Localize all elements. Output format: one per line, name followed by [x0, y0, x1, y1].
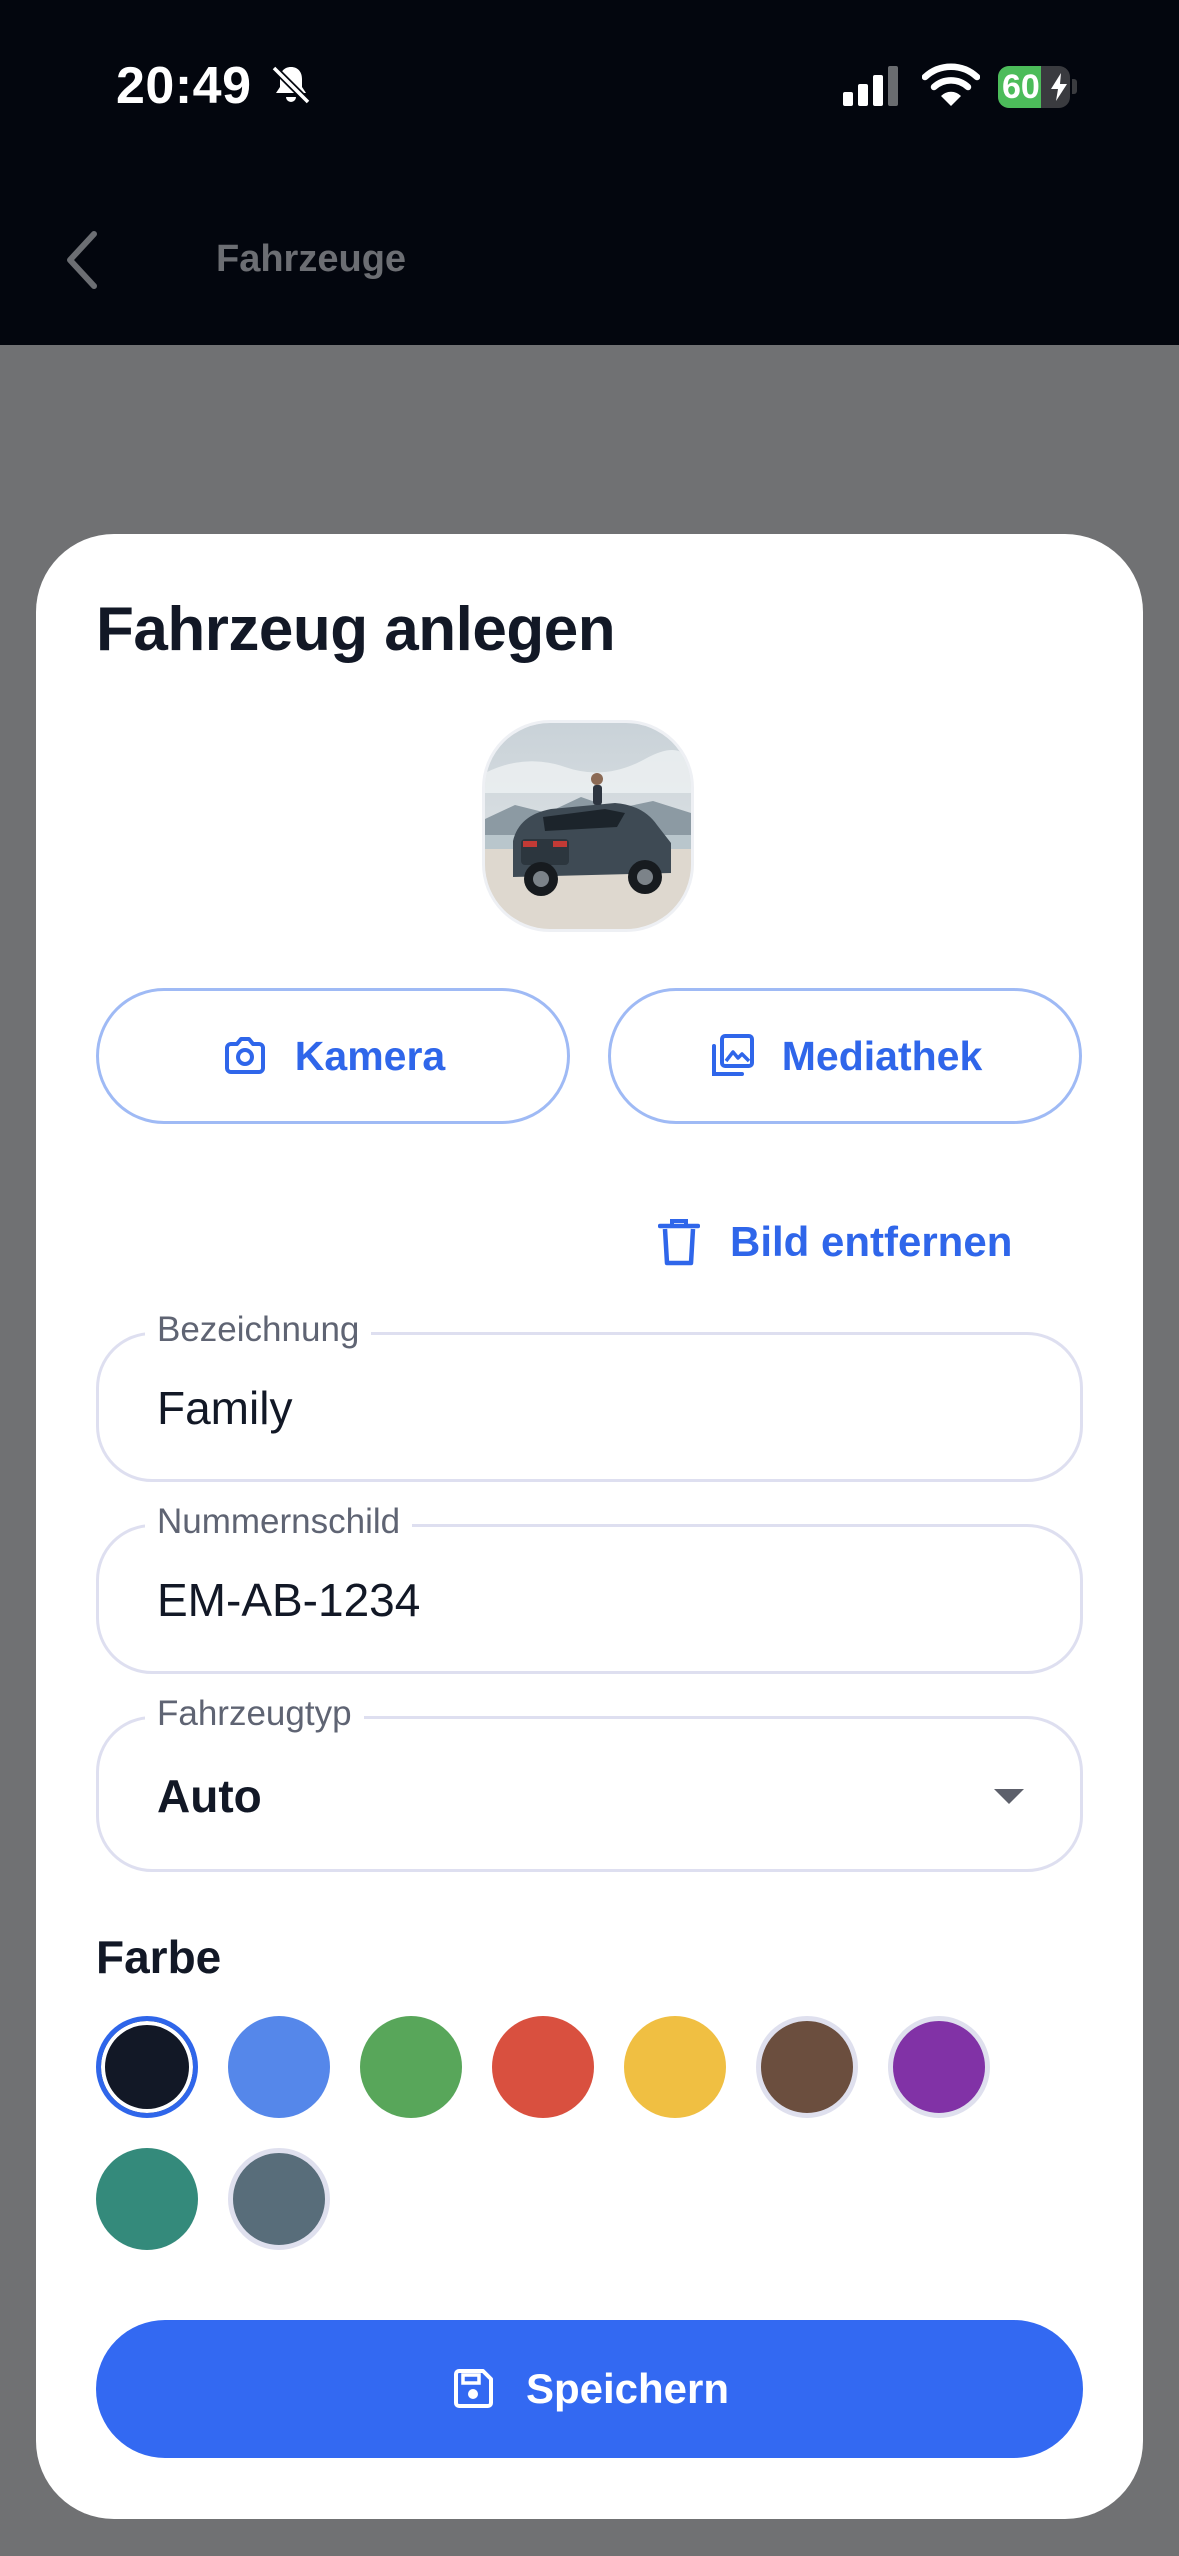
photo-library-icon	[711, 1034, 754, 1076]
battery-indicator: 60	[998, 66, 1078, 108]
chevron-left-icon[interactable]	[60, 228, 106, 292]
save-disk-icon	[453, 2369, 493, 2408]
signal-icon	[843, 66, 898, 106]
wifi-icon	[922, 63, 980, 106]
color-section-title: Farbe	[96, 1931, 222, 1983]
dropdown-caret-icon[interactable]	[992, 1785, 1026, 1807]
save-button[interactable]: Speichern	[96, 2320, 1083, 2458]
remove-image-label: Bild entfernen	[730, 1218, 1013, 1265]
vehicle-photo[interactable]	[482, 720, 694, 932]
color-swatch-yellow[interactable]	[624, 2016, 726, 2118]
remove-image-button[interactable]: Bild entfernen	[658, 1202, 1012, 1282]
color-swatch-green[interactable]	[360, 2016, 462, 2118]
color-swatch-slate[interactable]	[228, 2148, 330, 2250]
license-plate-value[interactable]: EM-AB-1234	[157, 1573, 420, 1627]
name-field[interactable]: Bezeichnung Family	[96, 1303, 1083, 1482]
license-plate-label: Nummernschild	[145, 1495, 413, 1549]
nav-title: Fahrzeuge	[216, 238, 407, 280]
color-swatch-red[interactable]	[492, 2016, 594, 2118]
camera-button-label: Kamera	[294, 1032, 446, 1079]
vehicle-type-label: Fahrzeugtyp	[145, 1687, 364, 1741]
battery-text: 60	[1002, 68, 1040, 106]
color-swatch-teal[interactable]	[96, 2148, 198, 2250]
color-swatch-black[interactable]	[96, 2016, 198, 2118]
license-plate-field[interactable]: Nummernschild EM-AB-1234	[96, 1495, 1083, 1674]
color-swatch-brown[interactable]	[756, 2016, 858, 2118]
top-bar: 20:49 60 Fahrzeuge	[0, 0, 1179, 345]
camera-button[interactable]: Kamera	[96, 988, 570, 1124]
create-vehicle-sheet: Fahrzeug anlegen Kamera Mediathek Bild e…	[36, 534, 1143, 2519]
media-library-button-label: Mediathek	[781, 1032, 983, 1079]
name-field-value[interactable]: Family	[157, 1381, 292, 1435]
save-button-label: Speichern	[525, 2365, 730, 2412]
vehicle-type-select[interactable]: Fahrzeugtyp Auto	[96, 1687, 1083, 1872]
color-swatch-blue[interactable]	[228, 2016, 330, 2118]
bell-muted-icon	[271, 65, 311, 105]
camera-icon	[224, 1037, 265, 1074]
trash-icon	[658, 1219, 700, 1266]
sheet-title: Fahrzeug anlegen	[96, 595, 616, 664]
charging-bolt-icon	[1051, 73, 1067, 101]
status-time: 20:49	[116, 57, 252, 115]
name-field-label: Bezeichnung	[145, 1303, 372, 1357]
vehicle-type-value[interactable]: Auto	[157, 1769, 262, 1823]
color-swatch-purple[interactable]	[888, 2016, 990, 2118]
media-library-button[interactable]: Mediathek	[608, 988, 1082, 1124]
